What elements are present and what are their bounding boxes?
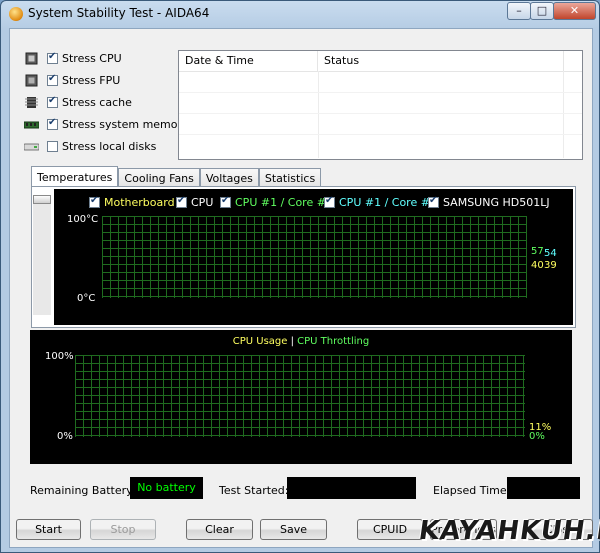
scrollbar-thumb[interactable] [33, 195, 51, 204]
temp-y-min-label: 0°C [77, 293, 96, 304]
cpu-usage-graph: CPU Usage | CPU Throttling 100% 0% 11% 0… [30, 330, 572, 464]
stop-button[interactable]: Stop [90, 519, 156, 540]
legend-samsung-disk[interactable]: SAMSUNG HD501LJ [428, 195, 550, 209]
cpu-y-min-label: 0% [57, 431, 73, 442]
core2-current-value: 54 [544, 248, 557, 259]
legend-motherboard[interactable]: Motherboard [89, 195, 175, 209]
cpu-throttling-value: 0% [529, 431, 545, 442]
tab-statistics[interactable]: Statistics [258, 168, 322, 187]
motherboard-current-value: 40 [531, 260, 544, 271]
legend-cpu[interactable]: CPU [176, 195, 214, 209]
stress-memory-option[interactable]: Stress system memory [23, 115, 189, 133]
window-title: System Stability Test - AIDA64 [28, 6, 210, 20]
cpu-current-value: 39 [544, 260, 557, 271]
clear-button[interactable]: Clear [186, 519, 253, 540]
aida64-stability-window: System Stability Test - AIDA64 – □ ✕ Str… [0, 0, 600, 553]
temp-y-max-label: 100°C [67, 214, 99, 225]
column-date-time[interactable]: Date & Time [179, 51, 318, 71]
temperatures-panel: Motherboard CPU CPU #1 / Core #1 CPU #1 … [31, 186, 576, 328]
cpu-graph-title: CPU Usage | CPU Throttling [30, 336, 572, 347]
stress-cpu-checkbox[interactable] [47, 51, 58, 64]
stress-disks-checkbox[interactable] [47, 140, 58, 152]
cpu-y-max-label: 100% [45, 351, 74, 362]
window-close-button[interactable]: ✕ [553, 2, 596, 20]
status-list[interactable]: Date & Time Status [178, 50, 583, 160]
test-started-label: Test Started: [219, 484, 289, 497]
stress-cache-checkbox[interactable] [47, 95, 58, 108]
legend-motherboard-checkbox[interactable] [89, 195, 100, 208]
site-watermark: KAYAHKUH.PY [416, 516, 600, 546]
legend-core1[interactable]: CPU #1 / Core #1 [220, 195, 333, 209]
tab-cooling-fans[interactable]: Cooling Fans [118, 168, 200, 187]
cpu-usage-title: CPU Usage [232, 336, 288, 347]
fpu-chip-icon [24, 74, 39, 87]
elapsed-time-label: Elapsed Time: [433, 484, 511, 497]
hard-disk-icon [23, 140, 40, 153]
stress-cpu-option[interactable]: Stress CPU [24, 49, 122, 67]
stress-disks-label: Stress local disks [62, 139, 157, 153]
legend-samsung-checkbox[interactable] [428, 195, 439, 208]
graph-scrollbar[interactable] [33, 195, 51, 315]
remaining-battery-label: Remaining Battery: [30, 484, 136, 497]
remaining-battery-field: No battery [130, 477, 203, 499]
stress-cache-label: Stress cache [62, 95, 132, 109]
save-button[interactable]: Save [260, 519, 327, 540]
bottom-status-bar: Remaining Battery: No battery Test Start… [10, 475, 592, 501]
cpu-grid [75, 355, 525, 437]
legend-core2[interactable]: CPU #1 / Core #2 [324, 195, 437, 209]
cache-chip-icon [24, 96, 39, 109]
column-status[interactable]: Status [318, 51, 564, 71]
start-button[interactable]: Start [16, 519, 81, 540]
stress-cpu-label: Stress CPU [62, 51, 122, 65]
temperature-grid [102, 216, 527, 298]
test-started-field [287, 477, 416, 499]
stress-memory-checkbox[interactable] [47, 117, 58, 130]
legend-samsung-label: SAMSUNG HD501LJ [443, 196, 550, 209]
memory-module-icon [23, 118, 40, 131]
client-area: Stress CPU Stress FPU Stress cache Stres… [9, 28, 593, 548]
title-bar[interactable]: System Stability Test - AIDA64 – □ ✕ [1, 1, 599, 27]
temperature-graph: Motherboard CPU CPU #1 / Core #1 CPU #1 … [54, 189, 573, 325]
legend-cpu-label: CPU [191, 196, 214, 209]
stress-fpu-checkbox[interactable] [47, 73, 58, 86]
legend-core2-checkbox[interactable] [324, 195, 335, 208]
stress-disks-option[interactable]: Stress local disks [23, 137, 157, 155]
cpu-throttling-title: CPU Throttling [297, 336, 370, 347]
stress-cache-option[interactable]: Stress cache [24, 93, 132, 111]
cpu-chip-icon [24, 52, 39, 65]
cpu-graph-title-separator: | [290, 336, 294, 347]
aida64-app-icon [9, 7, 23, 21]
status-list-header: Date & Time Status [179, 51, 582, 72]
core1-current-value: 57 [531, 246, 544, 257]
tab-temperatures[interactable]: Temperatures [31, 166, 119, 187]
maximize-button[interactable]: □ [530, 2, 554, 20]
legend-core1-label: CPU #1 / Core #1 [235, 196, 333, 209]
minimize-button[interactable]: – [507, 2, 531, 20]
stress-fpu-option[interactable]: Stress FPU [24, 71, 120, 89]
cpuid-button[interactable]: CPUID [357, 519, 423, 540]
stress-fpu-label: Stress FPU [62, 73, 121, 87]
legend-motherboard-label: Motherboard [104, 196, 175, 209]
legend-core2-label: CPU #1 / Core #2 [339, 196, 437, 209]
stress-memory-label: Stress system memory [62, 117, 189, 131]
elapsed-time-field [507, 477, 580, 499]
legend-cpu-checkbox[interactable] [176, 195, 187, 208]
tab-voltages[interactable]: Voltages [199, 168, 259, 187]
graph-tabs: Temperatures Cooling Fans Voltages Stati… [31, 166, 322, 187]
legend-core1-checkbox[interactable] [220, 195, 231, 208]
